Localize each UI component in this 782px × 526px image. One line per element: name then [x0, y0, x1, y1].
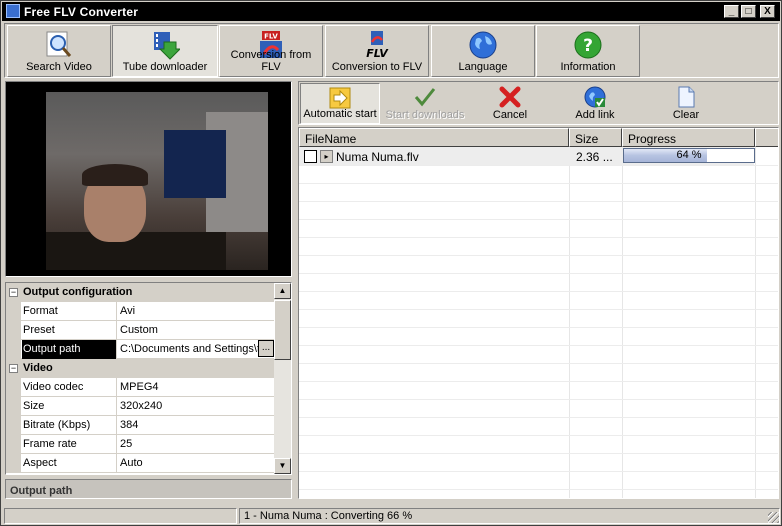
property-grid-scrollbar[interactable]: ▲ ▼ — [274, 283, 291, 474]
toolbar-label: Information — [560, 61, 616, 73]
property-value[interactable]: Avi — [118, 302, 274, 321]
column-header-filename[interactable]: FileName — [299, 128, 569, 147]
toolbar-label: Conversion from FLV — [230, 49, 312, 73]
property-grid[interactable]: − Output configuration Format Avi Preset… — [5, 282, 292, 475]
app-icon — [6, 4, 20, 18]
automatic-start-label: Automatic start — [303, 108, 377, 120]
add-link-button[interactable]: Add link — [561, 83, 629, 124]
row-size: 2.36 ... — [576, 150, 613, 164]
toolbar-label: Conversion to FLV — [331, 61, 423, 73]
property-key: Format — [22, 302, 117, 321]
cancel-label: Cancel — [492, 109, 528, 121]
globe-icon — [469, 31, 497, 59]
property-key: Size — [22, 397, 117, 416]
property-value[interactable]: MPEG4 — [118, 378, 274, 397]
property-key: Aspect — [22, 454, 117, 473]
progress-text: 64 % — [676, 149, 702, 161]
automatic-start-button[interactable]: Automatic start — [300, 83, 380, 124]
toolbar-label: Language — [458, 61, 508, 73]
property-row-aspect[interactable]: Aspect Auto — [6, 454, 274, 473]
column-header-progress[interactable]: Progress — [622, 128, 755, 147]
window-title: Free FLV Converter — [24, 5, 139, 19]
property-row-size[interactable]: Size 320x240 — [6, 397, 274, 416]
property-row-format[interactable]: Format Avi — [6, 302, 274, 321]
property-row-bitrate[interactable]: Bitrate (Kbps) 384 — [6, 416, 274, 435]
arrow-right-icon — [329, 87, 351, 109]
collapse-icon[interactable]: − — [9, 364, 18, 373]
help-icon: ? — [574, 31, 602, 59]
group-title: Output configuration — [23, 286, 133, 298]
toolbar-conversion-from-flv[interactable]: FLV Conversion from FLV — [219, 25, 323, 77]
property-value[interactable]: 320x240 — [118, 397, 274, 416]
property-key: Preset — [22, 321, 117, 340]
maximize-button[interactable]: □ — [741, 5, 756, 18]
row-checkbox[interactable] — [304, 150, 317, 163]
status-bar: 1 - Numa Numa : Converting 66 % — [4, 508, 780, 524]
downloads-list[interactable]: FileName Size Progress ▸ Numa Numa.flv 2… — [298, 127, 779, 499]
property-row-preset[interactable]: Preset Custom — [6, 321, 274, 340]
add-link-globe-icon — [584, 86, 606, 108]
video-preview-frame — [5, 81, 292, 277]
toolbar-label: Search Video — [26, 61, 92, 73]
main-toolbar: Search Video Tube downloader FLV Convers… — [4, 23, 779, 78]
download-arrow-icon — [154, 32, 180, 60]
toolbar-information[interactable]: ? Information — [536, 25, 640, 77]
close-button[interactable]: X — [760, 5, 775, 18]
toolbar-conversion-to-flv[interactable]: FLV Conversion to FLV — [325, 25, 429, 77]
downloads-toolbar: Automatic start Start downloads Cancel A… — [298, 81, 779, 125]
browse-button[interactable]: ... — [258, 340, 274, 357]
group-output-configuration[interactable]: − Output configuration — [6, 283, 274, 302]
property-help-title: Output path — [5, 479, 292, 499]
property-row-output-path[interactable]: Output path C:\Documents and Settings\t … — [6, 340, 274, 359]
status-message: 1 - Numa Numa : Converting 66 % — [239, 508, 780, 524]
property-key: Bitrate (Kbps) — [22, 416, 117, 435]
blank-page-icon — [678, 86, 695, 108]
add-link-label: Add link — [575, 109, 615, 121]
group-title: Video — [23, 362, 53, 374]
property-value[interactable]: Auto — [118, 454, 274, 473]
file-icon: ▸ — [320, 150, 333, 163]
clear-button[interactable]: Clear — [651, 83, 721, 124]
cancel-button[interactable]: Cancel — [475, 83, 545, 124]
clear-label: Clear — [672, 109, 700, 121]
column-header-size[interactable]: Size — [569, 128, 622, 147]
title-bar: Free FLV Converter _ □ X — [2, 2, 780, 21]
column-header-filler — [755, 128, 778, 147]
svg-text:?: ? — [583, 36, 593, 56]
flv-convert-to-icon: FLV — [366, 31, 389, 60]
start-downloads-button[interactable]: Start downloads — [383, 83, 467, 124]
toolbar-language[interactable]: Language — [431, 25, 535, 77]
property-value[interactable]: 384 — [118, 416, 274, 435]
status-pane-left — [4, 508, 237, 524]
scroll-down-icon[interactable]: ▼ — [274, 458, 291, 474]
property-key: Output path — [22, 340, 117, 359]
scroll-thumb[interactable] — [274, 300, 291, 360]
property-row-video-codec[interactable]: Video codec MPEG4 — [6, 378, 274, 397]
svg-text:FLV: FLV — [366, 47, 389, 60]
cancel-x-icon — [499, 86, 521, 108]
toolbar-label: Tube downloader — [122, 61, 208, 73]
property-row-frame-rate[interactable]: Frame rate 25 — [6, 435, 274, 454]
toolbar-tube-downloader[interactable]: Tube downloader — [112, 25, 218, 77]
row-progress-bar: 64 % — [623, 148, 755, 163]
toolbar-search-video[interactable]: Search Video — [7, 25, 111, 77]
property-value[interactable]: Custom — [118, 321, 274, 340]
minimize-button[interactable]: _ — [724, 5, 739, 18]
scroll-up-icon[interactable]: ▲ — [274, 283, 291, 299]
resize-grip-icon[interactable] — [768, 512, 779, 523]
property-key: Video codec — [22, 378, 117, 397]
property-value[interactable]: 25 — [118, 435, 274, 454]
collapse-icon[interactable]: − — [9, 288, 18, 297]
row-filename: Numa Numa.flv — [336, 150, 419, 164]
output-path-input[interactable]: C:\Documents and Settings\t — [118, 340, 274, 359]
start-downloads-label: Start downloads — [385, 109, 465, 121]
checkmark-icon — [414, 88, 436, 107]
svg-text:FLV: FLV — [264, 33, 278, 41]
property-key: Frame rate — [22, 435, 117, 454]
magnifier-icon — [46, 31, 72, 57]
app-window: Free FLV Converter _ □ X Search Video Tu… — [0, 0, 782, 526]
video-preview — [46, 92, 268, 270]
group-video[interactable]: − Video — [6, 359, 274, 378]
